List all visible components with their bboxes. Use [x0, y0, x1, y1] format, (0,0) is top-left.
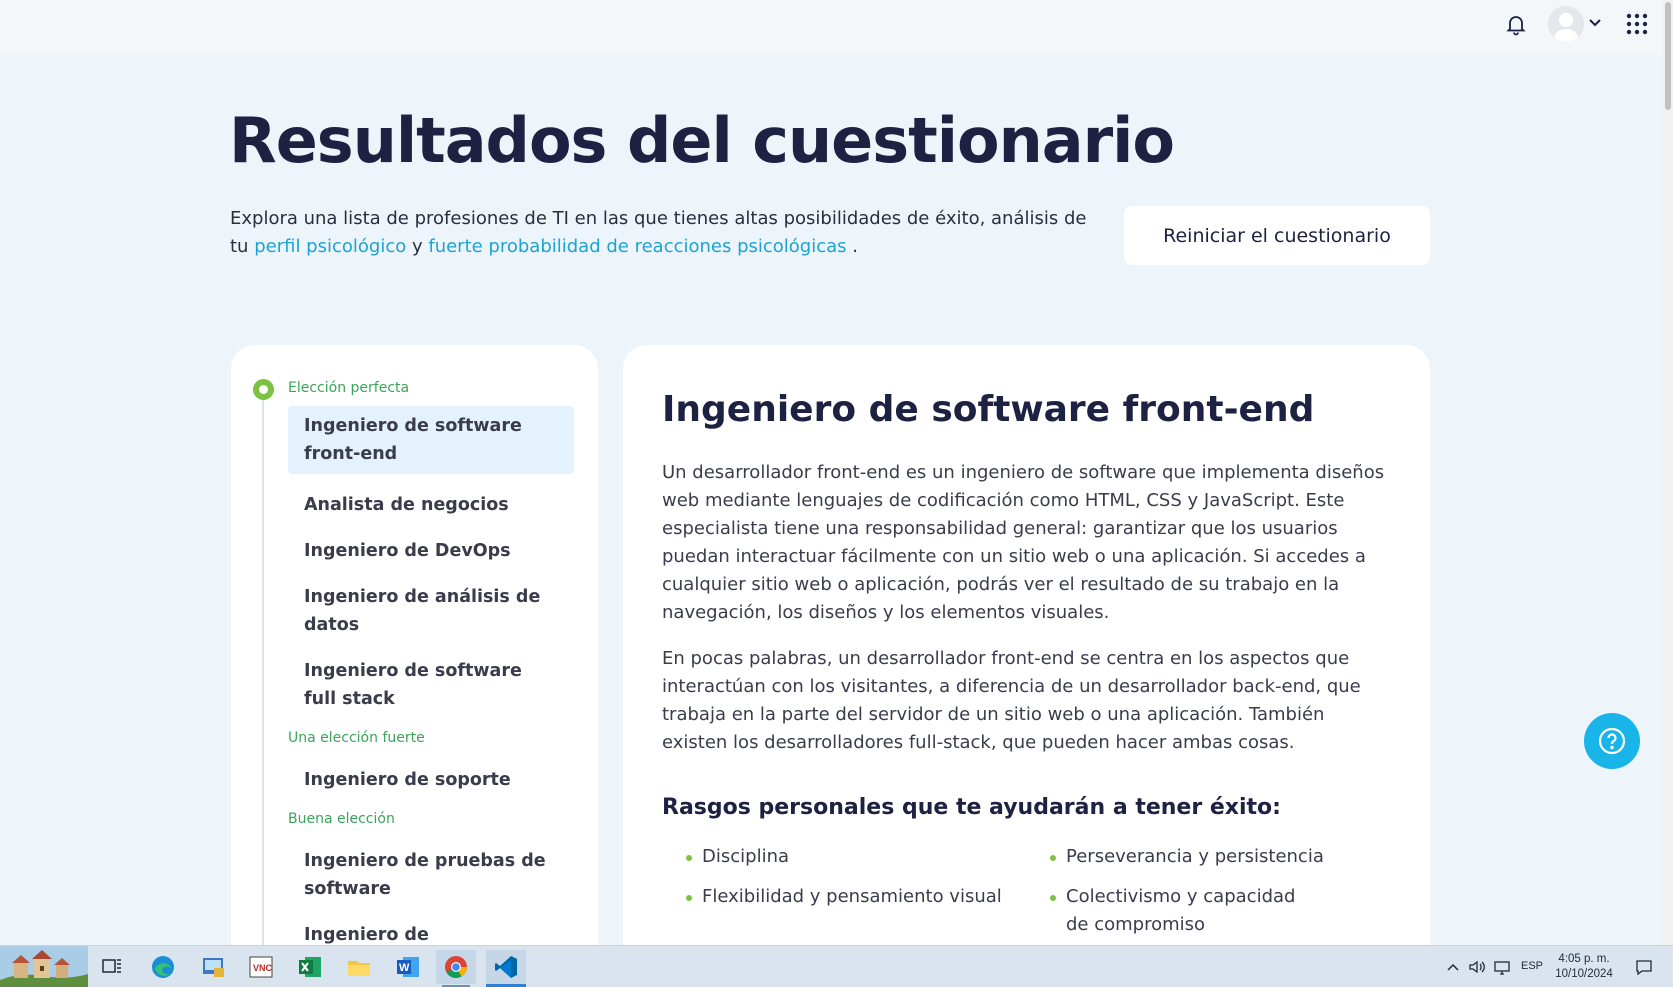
intro-text: Explora una lista de profesiones de TI e…: [230, 205, 1110, 261]
clock-date: 10/10/2024: [1555, 968, 1613, 980]
windows-taskbar: VNC W ESP: [0, 945, 1673, 987]
group-label-strong: Una elección fuerte: [288, 730, 425, 746]
detail-paragraph: Un desarrollador front-end es un ingenie…: [662, 462, 1385, 623]
excel-icon[interactable]: [290, 950, 330, 984]
sidebar-item-devops[interactable]: Ingeniero de DevOps: [288, 531, 574, 571]
svg-text:VNC: VNC: [253, 963, 273, 973]
file-explorer-icon[interactable]: [339, 950, 379, 984]
bullet-icon: [1050, 855, 1056, 861]
taskbar-clock[interactable]: 4:05 p. m. 10/10/2024: [1548, 952, 1620, 982]
language-indicator[interactable]: ESP: [1521, 960, 1543, 972]
account-menu[interactable]: [1548, 5, 1604, 43]
town-thumbnail[interactable]: [0, 946, 88, 987]
timeline-line: [262, 392, 264, 945]
group-label-good: Buena elección: [288, 811, 395, 827]
sidebar-item-data-analysis[interactable]: Ingeniero de análisis de datos: [288, 577, 574, 645]
sidebar-item-business-analyst[interactable]: Analista de negocios: [288, 485, 574, 525]
traits-title: Rasgos personales que te ayudarán a tene…: [662, 795, 1281, 820]
scrollbar-thumb[interactable]: [1665, 2, 1671, 110]
trait-label: Flexibilidad y pensamiento visual: [702, 886, 1002, 907]
question-icon: [1598, 727, 1626, 755]
page-scrollbar[interactable]: [1662, 0, 1673, 945]
trait-label: Perseverancia y persistencia: [1066, 846, 1324, 867]
page-title: Resultados del cuestionario: [229, 104, 1175, 177]
restart-quiz-button[interactable]: Reiniciar el cuestionario: [1124, 206, 1430, 265]
apps-grid-icon[interactable]: [1625, 12, 1649, 36]
intro-middle: y: [411, 236, 423, 257]
psych-reactions-link[interactable]: fuerte probabilidad de reacciones psicol…: [428, 236, 846, 257]
chevron-up-icon[interactable]: [1442, 950, 1464, 984]
trait-item: Disciplina: [662, 843, 1022, 871]
trait-item: Perseverancia y persistencia: [1026, 843, 1386, 871]
top-bar: [0, 0, 1662, 54]
bullet-icon: [1050, 895, 1056, 901]
avatar: [1548, 6, 1584, 42]
bell-icon[interactable]: [1504, 12, 1528, 36]
sidebar-item-support[interactable]: Ingeniero de soporte: [288, 760, 574, 800]
task-view-icon[interactable]: [92, 950, 132, 984]
network-icon[interactable]: [1490, 950, 1514, 984]
timeline-dot-icon: [253, 379, 274, 400]
sidebar-item-software-testing[interactable]: Ingeniero de pruebas de software: [288, 841, 574, 909]
group-label-perfect: Elección perfecta: [288, 380, 410, 396]
help-button[interactable]: [1584, 713, 1640, 769]
control-panel-icon[interactable]: [193, 950, 233, 984]
trait-item: Colectivismo y capacidad de compromiso: [1026, 883, 1316, 945]
trait-label: Disciplina: [702, 846, 790, 867]
edge-icon[interactable]: [143, 950, 183, 984]
chevron-down-icon: [1588, 15, 1602, 34]
detail-title: Ingeniero de software front-end: [662, 389, 1315, 430]
sidebar-item-full-stack[interactable]: Ingeniero de software full stack: [288, 651, 574, 719]
clock-time: 4:05 p. m.: [1558, 953, 1610, 965]
chrome-icon[interactable]: [436, 950, 476, 987]
word-icon[interactable]: W: [388, 950, 428, 984]
vscode-icon[interactable]: [486, 950, 526, 987]
trait-item: Flexibilidad y pensamiento visual: [662, 883, 1022, 911]
detail-paragraph: En pocas palabras, un desarrollador fron…: [662, 648, 1361, 753]
bullet-icon: [686, 895, 692, 901]
bullet-icon: [686, 855, 692, 861]
sidebar-item-automation[interactable]: Ingeniero de automatización: [288, 915, 574, 945]
trait-label: Colectivismo y capacidad de compromiso: [1066, 886, 1296, 935]
psych-profile-link[interactable]: perfil psicológico: [254, 236, 406, 257]
svg-text:W: W: [399, 962, 410, 974]
volume-icon[interactable]: [1465, 950, 1489, 984]
vnc-icon[interactable]: VNC: [241, 950, 281, 984]
sidebar-item-frontend[interactable]: Ingeniero de software front-end: [288, 406, 574, 474]
intro-suffix: .: [852, 236, 859, 257]
notifications-icon[interactable]: [1630, 950, 1658, 984]
